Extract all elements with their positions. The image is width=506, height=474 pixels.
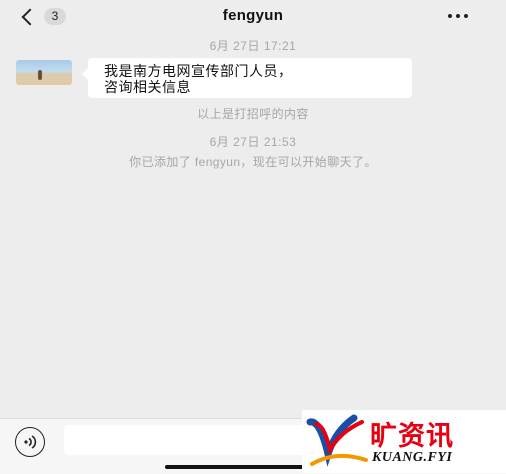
watermark-text-cn: 旷资讯 [370,421,454,452]
watermark-text-en: KUANG.FYI [372,450,453,465]
home-indicator [165,465,315,469]
avatar[interactable] [16,60,72,85]
message-bubble[interactable]: 我是南方电网宣传部门人员， 咨询相关信息 [82,58,412,98]
watermark-logo: 旷资讯 KUANG.FYI [302,410,506,473]
timestamp: 6月 27日 21:53 [209,135,297,149]
system-note: 以上是打招呼的内容 [197,107,309,121]
chat-header: 3 fengyun [0,0,506,34]
timestamp: 6月 27日 17:21 [209,39,297,53]
message-text-line: 我是南方电网宣传部门人员， [104,63,293,79]
chat-title: fengyun [222,7,284,24]
more-dots-icon[interactable] [448,14,468,18]
voice-input-icon[interactable] [15,427,45,457]
message-text-line: 咨询相关信息 [104,79,191,95]
system-note: 你已添加了 fengyun，现在可以开始聊天了。 [129,155,377,169]
